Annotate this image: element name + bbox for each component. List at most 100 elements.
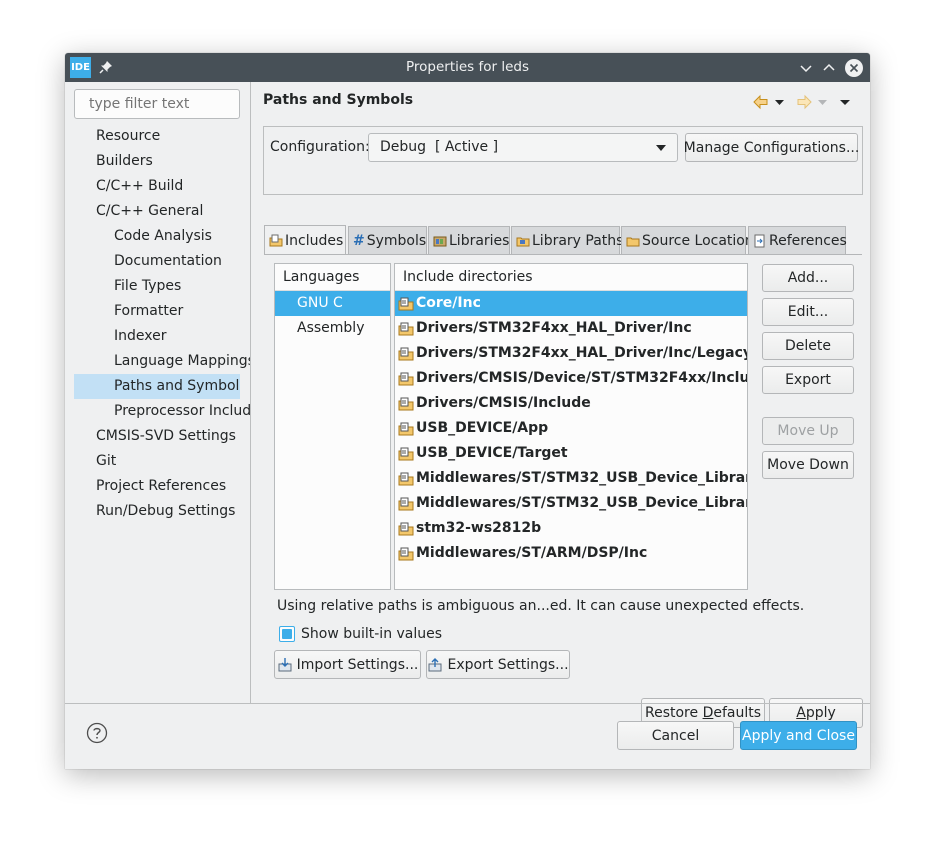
tree-item-project-references[interactable]: Project References (74, 474, 250, 499)
tree-item-formatter[interactable]: Formatter (74, 299, 250, 324)
window-title: Properties for leds (405, 59, 530, 75)
list-item[interactable]: Middlewares/ST/ARM/DSP/Inc (395, 541, 747, 566)
tab-bar: Includes # Symbols Libraries Library Pat… (264, 225, 864, 255)
tree-item-preprocessor-include[interactable]: Preprocessor Include (74, 399, 250, 424)
minimize-icon[interactable] (796, 58, 816, 78)
title-bar[interactable]: IDE Properties for leds (65, 53, 870, 82)
tab-symbols[interactable]: # Symbols (348, 226, 427, 254)
filter-input[interactable] (74, 89, 240, 119)
add-button[interactable]: Add... (762, 264, 854, 292)
back-arrow-icon[interactable] (753, 94, 768, 110)
include-folder-icon (398, 397, 414, 410)
include-folder-icon (398, 522, 414, 535)
list-item[interactable]: Middlewares/ST/STM32_USB_Device_Library/… (395, 491, 747, 516)
includes-icon (269, 234, 283, 246)
list-item[interactable]: Middlewares/ST/STM32_USB_Device_Library/… (395, 466, 747, 491)
export-button[interactable]: Export (762, 366, 854, 394)
list-item[interactable]: Drivers/CMSIS/Include (395, 391, 747, 416)
show-builtin-label: Show built-in values (301, 626, 443, 642)
library-paths-icon (516, 237, 530, 246)
configuration-group: Configuration: Debug [ Active ] Manage C… (263, 126, 863, 195)
configuration-select[interactable]: Debug [ Active ] (368, 133, 678, 162)
apply-and-close-button[interactable]: Apply and Close (740, 721, 857, 750)
include-folder-icon (398, 547, 414, 560)
tree-item-cpp-build[interactable]: C/C++ Build (74, 174, 250, 199)
list-item[interactable]: Drivers/STM32F4xx_HAL_Driver/Inc (395, 316, 747, 341)
list-item-label: USB_DEVICE/Target (416, 445, 568, 461)
languages-list[interactable]: Languages GNU C Assembly (274, 263, 391, 590)
tab-label: Symbols (366, 232, 427, 249)
help-icon[interactable] (86, 722, 108, 744)
languages-header: Languages (275, 264, 390, 291)
tree-item-cmsis-svd[interactable]: CMSIS-SVD Settings (74, 424, 250, 449)
delete-button[interactable]: Delete (762, 332, 854, 360)
right-panel: Paths and Symbols Configuration: Debug [… (252, 82, 870, 728)
tab-label: Libraries (449, 232, 510, 249)
properties-tree: Resource Builders C/C++ Build C/C++ Gene… (74, 124, 250, 524)
tab-references[interactable]: References (748, 226, 847, 254)
relative-paths-warning: Using relative paths is ambiguous an...e… (277, 598, 805, 614)
back-dropdown-icon[interactable] (775, 100, 784, 105)
include-folder-icon (398, 447, 414, 460)
properties-dialog: IDE Properties for leds Resource Builder… (65, 53, 870, 769)
export-icon (428, 657, 442, 671)
list-item-label: USB_DEVICE/App (416, 420, 549, 436)
language-item-assembly[interactable]: Assembly (275, 316, 390, 341)
list-item-label: Drivers/CMSIS/Include (416, 395, 591, 411)
show-builtin-checkbox[interactable]: Show built-in values (279, 624, 442, 644)
import-icon (278, 657, 292, 671)
include-directories-header: Include directories (395, 264, 747, 291)
tab-source-location[interactable]: Source Location (621, 226, 754, 254)
tree-item-builders[interactable]: Builders (74, 149, 250, 174)
export-settings-label: Export Settings... (447, 656, 569, 673)
include-folder-icon (398, 297, 414, 310)
close-icon[interactable] (844, 58, 864, 78)
tree-item-indexer[interactable]: Indexer (74, 324, 250, 349)
nav-toolbar (753, 94, 850, 110)
tree-item-run-debug[interactable]: Run/Debug Settings (74, 499, 250, 524)
tab-includes[interactable]: Includes (264, 225, 346, 255)
list-item-label: Middlewares/ST/STM32_USB_Device_Library/… (416, 470, 747, 486)
move-up-button[interactable]: Move Up (762, 417, 854, 445)
tree-item-resource[interactable]: Resource (74, 124, 250, 149)
list-item[interactable]: Core/Inc (395, 291, 747, 316)
list-item[interactable]: USB_DEVICE/Target (395, 441, 747, 466)
forward-dropdown-icon[interactable] (818, 100, 827, 105)
list-item-label: Drivers/STM32F4xx_HAL_Driver/Inc (416, 320, 692, 336)
configuration-value: Debug [ Active ] (380, 139, 499, 155)
source-folder-icon (626, 237, 640, 246)
include-directories-list[interactable]: Include directories Core/Inc Drivers/STM… (394, 263, 748, 590)
include-folder-icon (398, 372, 414, 385)
tree-item-cpp-general[interactable]: C/C++ General (74, 199, 250, 224)
checkbox-box[interactable] (279, 626, 295, 642)
cancel-button[interactable]: Cancel (617, 721, 734, 750)
list-item[interactable]: Drivers/STM32F4xx_HAL_Driver/Inc/Legacy (395, 341, 747, 366)
left-panel: Resource Builders C/C++ Build C/C++ Gene… (65, 82, 251, 703)
language-item-gnu-c[interactable]: GNU C (275, 291, 390, 316)
list-item[interactable]: USB_DEVICE/App (395, 416, 747, 441)
list-item-label: Drivers/STM32F4xx_HAL_Driver/Inc/Legacy (416, 345, 748, 361)
tab-library-paths[interactable]: Library Paths (511, 226, 623, 254)
include-folder-icon (398, 497, 414, 510)
move-down-button[interactable]: Move Down (762, 451, 854, 479)
tree-item-paths-and-symbols[interactable]: Paths and Symbols (74, 374, 240, 399)
view-menu-icon[interactable] (840, 100, 850, 105)
tree-item-git[interactable]: Git (74, 449, 250, 474)
maximize-icon[interactable] (819, 58, 839, 78)
tree-item-language-mappings[interactable]: Language Mappings (74, 349, 250, 374)
export-settings-button[interactable]: Export Settings... (426, 650, 570, 679)
edit-button[interactable]: Edit... (762, 298, 854, 326)
tree-item-file-types[interactable]: File Types (74, 274, 250, 299)
chevron-down-icon (656, 145, 666, 151)
tab-libraries[interactable]: Libraries (428, 226, 510, 254)
list-item-label: Middlewares/ST/ARM/DSP/Inc (416, 545, 648, 561)
manage-configurations-button[interactable]: Manage Configurations... (684, 133, 859, 162)
list-item[interactable]: stm32-ws2812b (395, 516, 747, 541)
tree-item-documentation[interactable]: Documentation (74, 249, 250, 274)
list-item-label: stm32-ws2812b (416, 520, 542, 536)
tree-item-code-analysis[interactable]: Code Analysis (74, 224, 250, 249)
forward-arrow-icon[interactable] (797, 94, 812, 110)
import-settings-button[interactable]: Import Settings... (274, 650, 421, 679)
list-item[interactable]: Drivers/CMSIS/Device/ST/STM32F4xx/Includ… (395, 366, 747, 391)
list-item-label: Drivers/CMSIS/Device/ST/STM32F4xx/Includ… (416, 370, 748, 386)
